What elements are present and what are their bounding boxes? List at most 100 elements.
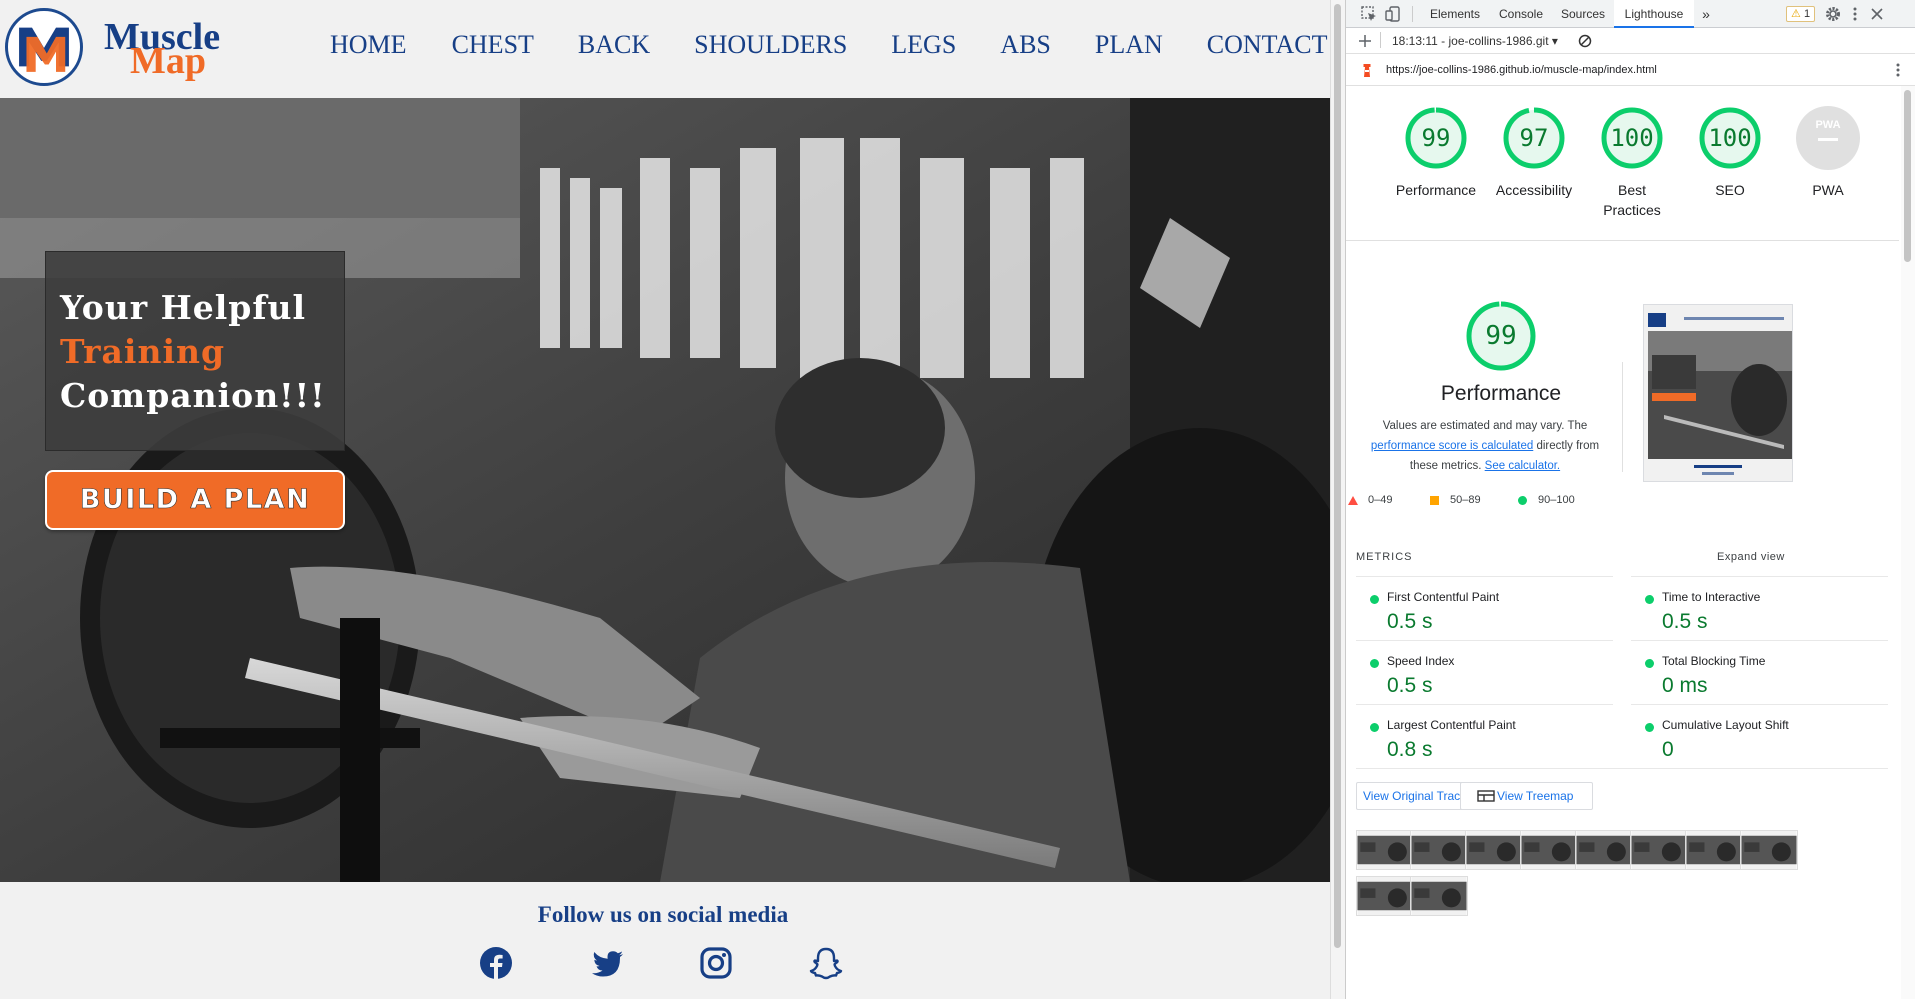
fail-triangle-icon [1348, 496, 1358, 505]
device-toolbar-icon[interactable] [1384, 5, 1402, 23]
frame-thumbnail [1357, 831, 1413, 869]
expand-view-toggle[interactable]: Expand view [1717, 551, 1785, 563]
filmstrip-frame [1465, 830, 1523, 870]
section-divider [1346, 240, 1899, 241]
performance-description: Values are estimated and may vary. The p… [1358, 416, 1612, 476]
gauge-label: SEO [1715, 182, 1745, 198]
frame-thumbnail [1411, 877, 1467, 915]
clear-reports-icon[interactable] [1578, 34, 1592, 48]
more-tabs-button[interactable]: » [1696, 0, 1716, 28]
hero-line-3: Companion!!! [60, 376, 326, 415]
hero-section: Your Helpful Training Companion!!! BUILD… [0, 98, 1330, 882]
twitter-icon[interactable] [589, 945, 625, 981]
warnings-badge[interactable]: ⚠ 1 [1786, 6, 1816, 22]
score-value: 100 [1708, 124, 1752, 152]
logo[interactable] [5, 8, 83, 86]
more-options-icon[interactable] [1846, 5, 1864, 23]
settings-gear-icon[interactable] [1824, 5, 1842, 23]
devtools-tabbar: Elements Console Sources Lighthouse » ⚠ … [1346, 0, 1915, 28]
score-value: 97 [1519, 124, 1549, 152]
nav-home[interactable]: HOME [330, 30, 407, 60]
see-calculator-link[interactable]: See calculator. [1485, 460, 1560, 472]
devtools-panel: Elements Console Sources Lighthouse » ⚠ … [1346, 0, 1915, 999]
legend-pass: 90–100 [1538, 494, 1575, 506]
tab-lighthouse[interactable]: Lighthouse [1614, 0, 1694, 28]
metric-name: First Contentful Paint [1387, 590, 1500, 604]
instagram-icon[interactable] [698, 945, 734, 981]
metric-name: Cumulative Layout Shift [1662, 718, 1789, 732]
inspect-element-icon[interactable] [1360, 5, 1378, 23]
social-section: Follow us on social media [0, 882, 1330, 999]
gauge-seo[interactable]: 100 SEO [1680, 106, 1780, 200]
metric-name: Time to Interactive [1662, 590, 1761, 604]
final-screenshot-thumbnail[interactable] [1643, 304, 1793, 482]
site-header: Muscle Map HOME CHEST BACK SHOULDERS LEG… [0, 0, 1330, 98]
tab-elements[interactable]: Elements [1420, 0, 1490, 28]
nav-plan[interactable]: PLAN [1095, 30, 1163, 60]
nav-back[interactable]: BACK [578, 30, 650, 60]
pass-dot-icon [1370, 659, 1379, 668]
nav-shoulders[interactable]: SHOULDERS [694, 30, 847, 60]
lighthouse-logo-icon [1363, 64, 1371, 77]
view-treemap-button[interactable]: View Treemap [1460, 782, 1593, 810]
logo-m-icon [19, 27, 69, 72]
filmstrip-frame [1740, 830, 1798, 870]
logo-text[interactable]: Muscle Map [104, 18, 220, 80]
warning-icon: ⚠ [1791, 8, 1801, 20]
nav-legs[interactable]: LEGS [891, 30, 956, 60]
pass-dot-icon [1645, 595, 1654, 604]
tab-console[interactable]: Console [1490, 0, 1552, 28]
toolbar-separator [1380, 32, 1381, 48]
metric-total-blocking-time[interactable]: Total Blocking Time 0 ms [1631, 640, 1888, 704]
main-nav: HOME CHEST BACK SHOULDERS LEGS ABS PLAN … [330, 30, 1327, 60]
frame-thumbnail [1521, 831, 1577, 869]
pass-dot-icon [1370, 723, 1379, 732]
gauge-performance[interactable]: 99 Performance [1386, 106, 1486, 200]
frame-thumbnail [1741, 831, 1797, 869]
website-scrollbar-thumb[interactable] [1334, 4, 1341, 948]
page-screenshot-preview [1644, 305, 1792, 481]
score-legend: 0–49 50–89 90–100 [1346, 494, 1616, 510]
pass-dot-icon [1645, 723, 1654, 732]
hero-line-1: Your Helpful [60, 288, 307, 327]
build-a-plan-button[interactable]: BUILD A PLAN [45, 470, 345, 530]
lighthouse-report: 99 Performance 97 Accessibility 100 Best… [1346, 86, 1899, 999]
metric-speed-index[interactable]: Speed Index 0.5 s [1356, 640, 1613, 704]
hero-tagline-card: Your Helpful Training Companion!!! [45, 251, 345, 451]
report-selector[interactable]: 18:13:11 - joe-collins-1986.git ▾ [1392, 34, 1558, 48]
legend-average: 50–89 [1450, 494, 1481, 506]
metric-time-to-interactive[interactable]: Time to Interactive 0.5 s [1631, 576, 1888, 640]
gauge-best-practices[interactable]: 100 Best Practices [1582, 106, 1682, 220]
nav-contact[interactable]: CONTACT [1207, 30, 1328, 60]
pass-circle-icon [1518, 496, 1527, 505]
nav-abs[interactable]: ABS [1000, 30, 1051, 60]
filmstrip-frame [1356, 830, 1414, 870]
devtools-scrollbar-thumb[interactable] [1904, 90, 1911, 262]
tab-sources[interactable]: Sources [1552, 0, 1614, 28]
website-viewport: Muscle Map HOME CHEST BACK SHOULDERS LEG… [0, 0, 1330, 999]
facebook-icon[interactable] [478, 945, 514, 981]
close-devtools-icon[interactable] [1868, 5, 1886, 23]
gauge-accessibility[interactable]: 97 Accessibility [1484, 106, 1584, 200]
metric-first-contentful-paint[interactable]: First Contentful Paint 0.5 s [1356, 576, 1613, 640]
score-value: 100 [1610, 124, 1654, 152]
gauge-pwa[interactable]: PWA PWA [1778, 106, 1878, 200]
metric-largest-contentful-paint[interactable]: Largest Contentful Paint 0.8 s [1356, 704, 1613, 768]
audited-url[interactable]: https://joe-collins-1986.github.io/muscl… [1386, 64, 1657, 76]
toolbar-separator [1412, 6, 1413, 22]
report-menu-icon[interactable] [1891, 62, 1905, 78]
metric-cumulative-layout-shift[interactable]: Cumulative Layout Shift 0 [1631, 704, 1888, 768]
nav-chest[interactable]: CHEST [452, 30, 534, 60]
metric-name: Total Blocking Time [1662, 654, 1766, 668]
snapchat-icon[interactable] [808, 945, 844, 981]
pwa-badge-icon: PWA [1796, 106, 1860, 170]
social-title: Follow us on social media [537, 902, 789, 927]
new-report-plus-icon[interactable] [1358, 34, 1372, 48]
score-value: 99 [1421, 124, 1451, 152]
gauge-label: Best Practices [1603, 182, 1661, 218]
desc-text: Values are estimated and may vary. The [1382, 420, 1588, 432]
performance-title: Performance [1440, 382, 1562, 405]
view-original-trace-button[interactable]: View Original Trace [1356, 782, 1474, 810]
filmstrip-frame [1575, 830, 1633, 870]
performance-score-link[interactable]: performance score is calculated [1371, 440, 1533, 452]
